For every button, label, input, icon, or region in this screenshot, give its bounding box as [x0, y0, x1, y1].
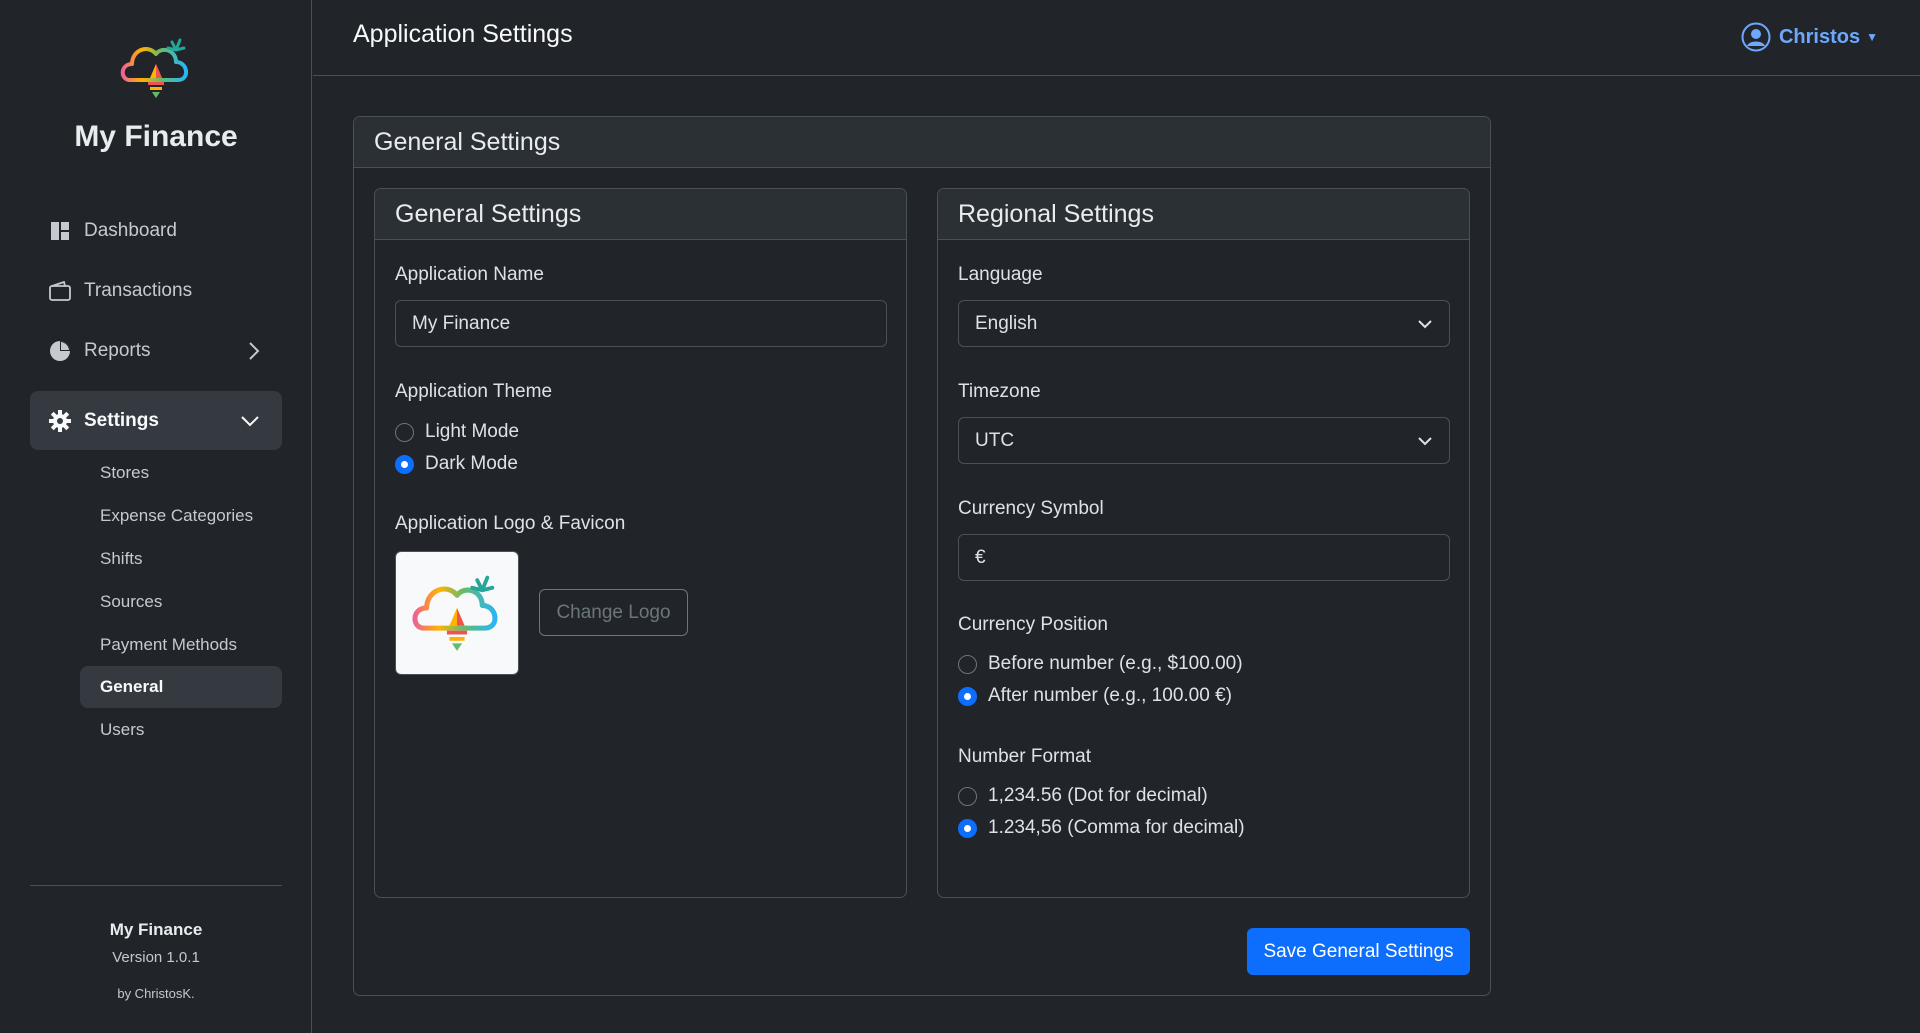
nav-settings-label: Settings	[84, 409, 159, 431]
footer-author: by ChristosK.	[117, 986, 195, 1001]
theme-dark-label: Dark Mode	[425, 453, 518, 474]
wallet-icon	[48, 279, 72, 303]
sidebar-item-payment-methods[interactable]: Payment Methods	[80, 624, 282, 666]
currency-symbol-label: Currency Symbol	[958, 498, 1104, 519]
sidebar-item-shifts[interactable]: Shifts	[80, 538, 282, 580]
sidebar-divider	[30, 885, 282, 886]
nav-transactions[interactable]: Transactions	[30, 263, 282, 319]
card-header-title: General Settings	[354, 117, 1490, 168]
currency-before-option[interactable]: Before number (e.g., $100.00)	[958, 653, 1243, 675]
change-logo-button[interactable]: Change Logo	[539, 589, 688, 636]
language-label: Language	[958, 264, 1043, 285]
currency-symbol-input[interactable]: €	[958, 534, 1450, 581]
save-general-settings-button[interactable]: Save General Settings	[1247, 928, 1470, 975]
app-name-input[interactable]: My Finance	[395, 300, 887, 347]
general-panel-title: General Settings	[375, 189, 906, 240]
chevron-down-icon	[1417, 316, 1433, 338]
language-select[interactable]: English	[958, 300, 1450, 347]
theme-dark-radio[interactable]	[395, 454, 414, 474]
nav-dashboard[interactable]: Dashboard	[30, 203, 282, 259]
nav-reports-label: Reports	[84, 340, 151, 361]
sidebar-item-expense-categories[interactable]: Expense Categories	[80, 495, 282, 537]
format-dot-option[interactable]: 1,234.56 (Dot for decimal)	[958, 785, 1208, 807]
chevron-down-icon	[1417, 433, 1433, 455]
footer-version: Version 1.0.1	[112, 949, 200, 966]
theme-light-option[interactable]: Light Mode	[395, 421, 519, 443]
page-title: Application Settings	[353, 20, 573, 48]
theme-light-radio[interactable]	[395, 422, 414, 442]
currency-before-label: Before number (e.g., $100.00)	[988, 653, 1243, 674]
timezone-value: UTC	[975, 429, 1015, 451]
currency-after-option[interactable]: After number (e.g., 100.00 €)	[958, 685, 1232, 707]
timezone-select[interactable]: UTC	[958, 417, 1450, 464]
format-comma-option[interactable]: 1.234,56 (Comma for decimal)	[958, 817, 1245, 839]
caret-down-icon: ▼	[1866, 30, 1878, 44]
theme-light-label: Light Mode	[425, 421, 520, 442]
logo-preview	[395, 551, 519, 675]
logo-preview-image	[412, 575, 498, 651]
chevron-down-icon	[240, 411, 260, 433]
top-bar: Application Settings Christos ▼	[313, 0, 1920, 76]
currency-after-radio[interactable]	[958, 686, 977, 706]
timezone-label: Timezone	[958, 381, 1041, 402]
app-logo	[118, 34, 194, 102]
nav-transactions-label: Transactions	[84, 280, 193, 301]
logo-label: Application Logo & Favicon	[395, 513, 626, 534]
format-comma-radio[interactable]	[958, 818, 977, 838]
app-name-label: Application Name	[395, 264, 544, 285]
pie-chart-icon	[48, 339, 72, 363]
gear-icon	[48, 409, 72, 433]
sidebar-item-general[interactable]: General	[80, 666, 282, 708]
format-dot-radio[interactable]	[958, 786, 977, 806]
nav-settings[interactable]: Settings	[30, 391, 282, 450]
dashboard-icon	[48, 219, 72, 243]
chevron-right-icon	[248, 341, 260, 367]
sidebar-item-users[interactable]: Users	[80, 709, 282, 751]
nav-dashboard-label: Dashboard	[84, 220, 177, 241]
currency-before-radio[interactable]	[958, 654, 977, 674]
brand-name: My Finance	[74, 120, 238, 153]
theme-label: Application Theme	[395, 381, 553, 402]
regional-panel-title: Regional Settings	[938, 189, 1469, 240]
user-menu[interactable]: Christos ▼	[1741, 22, 1878, 52]
general-settings-panel: General Settings Application Name My Fin…	[374, 188, 907, 898]
theme-dark-option[interactable]: Dark Mode	[395, 453, 518, 475]
sidebar-item-sources[interactable]: Sources	[80, 581, 282, 623]
user-avatar-icon	[1741, 22, 1771, 52]
currency-position-label: Currency Position	[958, 614, 1108, 635]
format-comma-label: 1.234,56 (Comma for decimal)	[988, 817, 1245, 838]
currency-after-label: After number (e.g., 100.00 €)	[988, 685, 1232, 706]
sidebar-item-stores[interactable]: Stores	[80, 452, 282, 494]
nav-reports[interactable]: Reports	[30, 323, 282, 379]
format-dot-label: 1,234.56 (Dot for decimal)	[988, 785, 1208, 806]
sidebar: My Finance Dashboard Transactions Report…	[0, 0, 312, 1033]
general-settings-card: General Settings General Settings Applic…	[353, 116, 1491, 996]
footer-app-name: My Finance	[109, 920, 203, 939]
language-value: English	[975, 312, 1038, 334]
user-name: Christos	[1778, 25, 1861, 48]
number-format-label: Number Format	[958, 746, 1092, 767]
regional-settings-panel: Regional Settings Language English Timez…	[937, 188, 1470, 898]
